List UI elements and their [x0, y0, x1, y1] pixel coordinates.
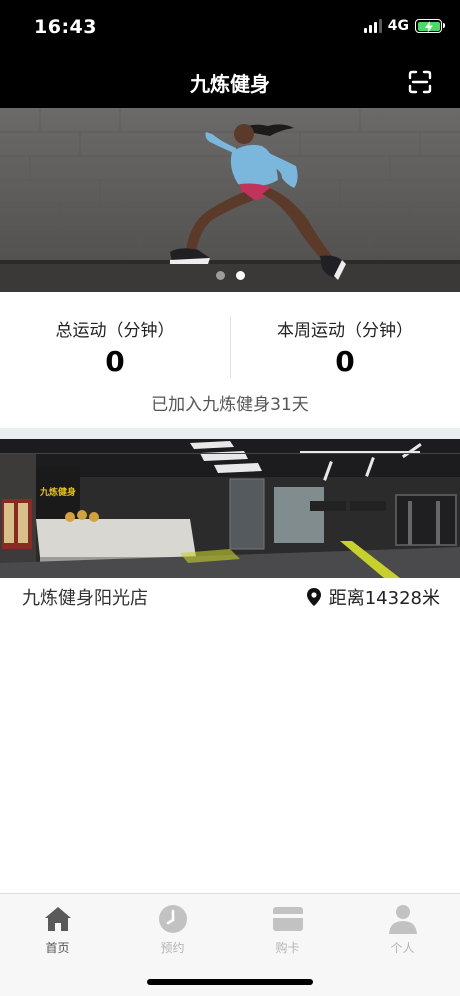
- total-exercise-value: 0: [105, 345, 125, 378]
- store-name: 九炼健身阳光店: [22, 588, 148, 609]
- status-time: 16:43: [34, 16, 97, 38]
- store-distance: 距离14328米: [306, 584, 440, 610]
- tab-booking[interactable]: 预约: [115, 904, 230, 956]
- total-exercise-label: 总运动（分钟）: [55, 321, 175, 341]
- membership-days: 已加入九炼健身31天: [151, 395, 309, 415]
- tab-profile-label: 个人: [390, 941, 415, 955]
- card-icon: [272, 907, 303, 931]
- gym-interior-image: 九炼健身: [0, 439, 460, 578]
- carousel-dot-active[interactable]: [235, 271, 245, 280]
- carousel-dot[interactable]: [215, 271, 225, 280]
- home-indicator: [147, 979, 313, 985]
- page-title: 九炼健身: [190, 72, 270, 96]
- scan-icon: [408, 70, 432, 94]
- tab-buy-card-label: 购卡: [275, 941, 300, 955]
- store-distance-text: 距离14328米: [328, 588, 440, 609]
- status-bar: 16:43 4G: [0, 0, 460, 54]
- network-type: 4G: [387, 18, 409, 34]
- total-exercise: 总运动（分钟） 0: [0, 316, 230, 378]
- battery-icon: [415, 19, 445, 33]
- banner-image: [0, 108, 460, 292]
- scan-button[interactable]: [408, 70, 432, 94]
- location-pin-icon: [306, 588, 321, 606]
- tab-buy-card[interactable]: 购卡: [230, 904, 345, 956]
- tab-home-label: 首页: [45, 941, 70, 955]
- home-icon: [44, 907, 71, 931]
- weekly-exercise-label: 本周运动（分钟）: [277, 321, 413, 341]
- nav-bar: 九炼健身: [0, 54, 460, 108]
- tab-booking-label: 预约: [160, 941, 185, 955]
- section-divider: [0, 428, 460, 439]
- store-image[interactable]: 九炼健身: [0, 439, 460, 578]
- signal-icon: [363, 19, 382, 33]
- tab-home[interactable]: 首页: [0, 904, 115, 956]
- exercise-stats: 总运动（分钟） 0 本周运动（分钟） 0 已加入九炼健身31天: [0, 292, 460, 428]
- tab-profile[interactable]: 个人: [345, 904, 460, 956]
- weekly-exercise-value: 0: [335, 345, 355, 378]
- store-info[interactable]: 九炼健身阳光店 距离14328米: [0, 578, 460, 614]
- weekly-exercise: 本周运动（分钟） 0: [230, 316, 460, 378]
- status-indicators: 4G: [363, 18, 445, 34]
- store-logo: 九炼健身: [39, 486, 76, 497]
- person-icon: [388, 905, 417, 934]
- banner-carousel[interactable]: [0, 108, 460, 292]
- clock-icon: [158, 905, 187, 933]
- carousel-indicator: [0, 271, 460, 280]
